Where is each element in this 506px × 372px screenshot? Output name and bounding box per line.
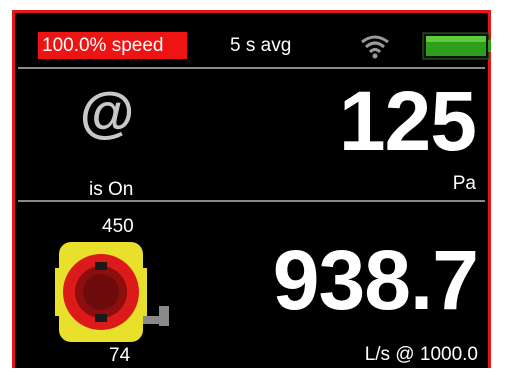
range-max-label: 450 (102, 216, 134, 237)
speed-badge[interactable]: 100.0% speed (38, 32, 187, 59)
svg-text:@: @ (80, 85, 135, 141)
flow-panel[interactable]: 450 74 938.7 L/s @ 1000.0 (15, 202, 488, 371)
flow-value: 938.7 (272, 233, 479, 327)
device-screen: 100.0% speed 5 s avg @ is On 125 Pa 450 (12, 10, 491, 368)
pressure-unit: Pa (452, 173, 476, 194)
flow-unit: L/s @ 1000.0 (364, 344, 478, 365)
at-sign-icon: @ (80, 85, 135, 141)
range-min-label: 74 (109, 345, 131, 366)
status-text: is On (89, 179, 134, 200)
status-bar: 100.0% speed 5 s avg (15, 13, 491, 67)
tape-measure-icon (55, 242, 169, 342)
battery-icon (422, 32, 491, 60)
pressure-value: 125 (338, 74, 477, 168)
pressure-panel[interactable]: @ is On 125 Pa (15, 69, 488, 200)
averaging-label[interactable]: 5 s avg (230, 32, 291, 59)
wifi-icon (361, 35, 389, 59)
